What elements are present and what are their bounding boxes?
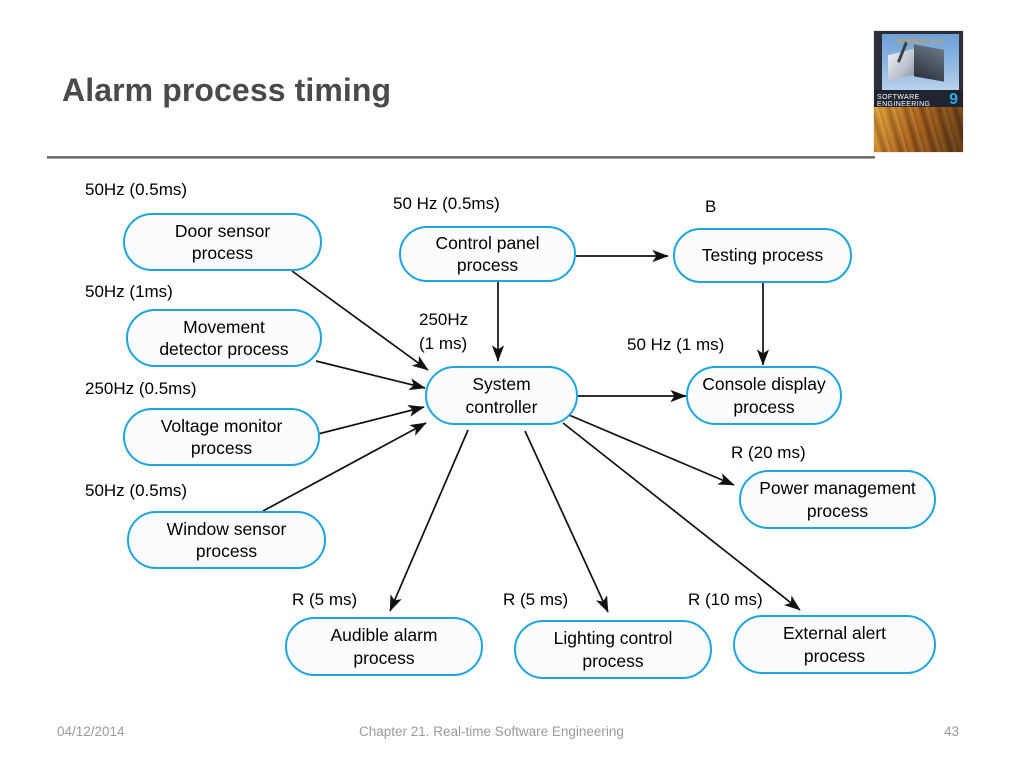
node-lighting-control-process[interactable]: Lighting control process xyxy=(514,620,712,679)
annotation-audible-alarm-timing: R (5 ms) xyxy=(292,590,358,609)
arrow-controller-to-power-management xyxy=(568,414,735,486)
annotation-console-display-timing: 50 Hz (1 ms) xyxy=(627,335,725,354)
node-control-panel-line-1: Control panel xyxy=(435,232,540,253)
node-system-controller-line-2: controller xyxy=(465,396,538,417)
node-power-management-process[interactable]: Power management process xyxy=(739,470,936,529)
node-movement-detector-line-2: detector process xyxy=(159,339,289,359)
node-console-display-process[interactable]: Console display process xyxy=(686,366,842,425)
node-window-sensor-line-1: Window sensor xyxy=(166,518,287,539)
node-testing-line-1: Testing process xyxy=(701,245,824,266)
node-system-controller-line-1: System xyxy=(472,374,531,395)
node-door-sensor-line-2: process xyxy=(191,243,254,263)
node-movement-detector-line-1: Movement xyxy=(183,316,265,337)
node-movement-detector-process[interactable]: Movement detector process xyxy=(126,309,322,367)
arrow-controller-to-lighting-control xyxy=(524,430,609,613)
arrow-voltage-monitor-to-controller xyxy=(317,404,425,435)
annotation-controller-timing-ms: (1 ms) xyxy=(419,334,468,353)
annotation-power-management-timing: R (20 ms) xyxy=(731,443,806,462)
node-control-panel-process[interactable]: Control panel process xyxy=(399,226,576,282)
node-external-alert-line-1: External alert xyxy=(782,623,887,644)
node-external-alert-line-2: process xyxy=(803,645,866,666)
annotation-lighting-control-timing: R (5 ms) xyxy=(503,590,569,609)
node-console-display-line-2: process xyxy=(733,396,795,417)
arrow-controller-to-audible-alarm xyxy=(389,429,469,612)
annotation-door-sensor-timing: 50Hz (0.5ms) xyxy=(85,180,188,199)
node-console-display-line-1: Console display xyxy=(702,374,826,395)
node-external-alert-process[interactable]: External alert process xyxy=(733,615,936,674)
annotation-voltage-monitor-timing: 250Hz (0.5ms) xyxy=(85,379,197,398)
node-audible-alarm-process[interactable]: Audible alarm process xyxy=(285,617,483,676)
node-door-sensor-line-1: Door sensor xyxy=(174,220,271,241)
annotation-external-alert-timing: R (10 ms) xyxy=(688,590,763,609)
node-power-management-line-2: process xyxy=(806,500,869,521)
node-testing-process[interactable]: Testing process xyxy=(673,228,852,283)
node-system-controller[interactable]: System controller xyxy=(425,366,578,425)
annotation-movement-detector-timing: 50Hz (1ms) xyxy=(85,282,173,301)
node-door-sensor-process[interactable]: Door sensor process xyxy=(123,213,322,271)
annotation-window-sensor-timing: 50Hz (0.5ms) xyxy=(85,481,188,500)
node-lighting-control-line-2: process xyxy=(582,650,644,671)
footer-page-number: 43 xyxy=(944,724,960,739)
node-voltage-monitor-process[interactable]: Voltage monitor process xyxy=(123,408,320,466)
footer-date: 04/12/2014 xyxy=(57,724,125,739)
node-power-management-line-1: Power management xyxy=(759,478,916,499)
alarm-process-timing-diagram: 50Hz (0.5ms) 50Hz (1ms) 250Hz (0.5ms) 50… xyxy=(0,0,1024,768)
annotation-testing-label: B xyxy=(705,197,717,216)
arrow-movement-detector-to-controller xyxy=(315,360,426,391)
node-control-panel-line-2: process xyxy=(456,255,519,275)
annotation-controller-timing-hz: 250Hz xyxy=(419,310,469,329)
slide: Alarm process timing SOMMERVILLE SOFTWAR… xyxy=(0,0,1024,768)
footer-chapter: Chapter 21. Real-time Software Engineeri… xyxy=(359,724,624,739)
node-audible-alarm-line-1: Audible alarm xyxy=(330,625,438,646)
node-voltage-monitor-line-1: Voltage monitor xyxy=(160,415,283,436)
node-window-sensor-line-2: process xyxy=(195,541,258,561)
annotation-control-panel-timing: 50 Hz (0.5ms) xyxy=(393,194,500,213)
node-lighting-control-line-1: Lighting control xyxy=(553,628,673,649)
node-voltage-monitor-line-2: process xyxy=(190,438,253,458)
node-audible-alarm-line-2: process xyxy=(353,647,415,668)
node-window-sensor-process[interactable]: Window sensor process xyxy=(127,511,326,569)
